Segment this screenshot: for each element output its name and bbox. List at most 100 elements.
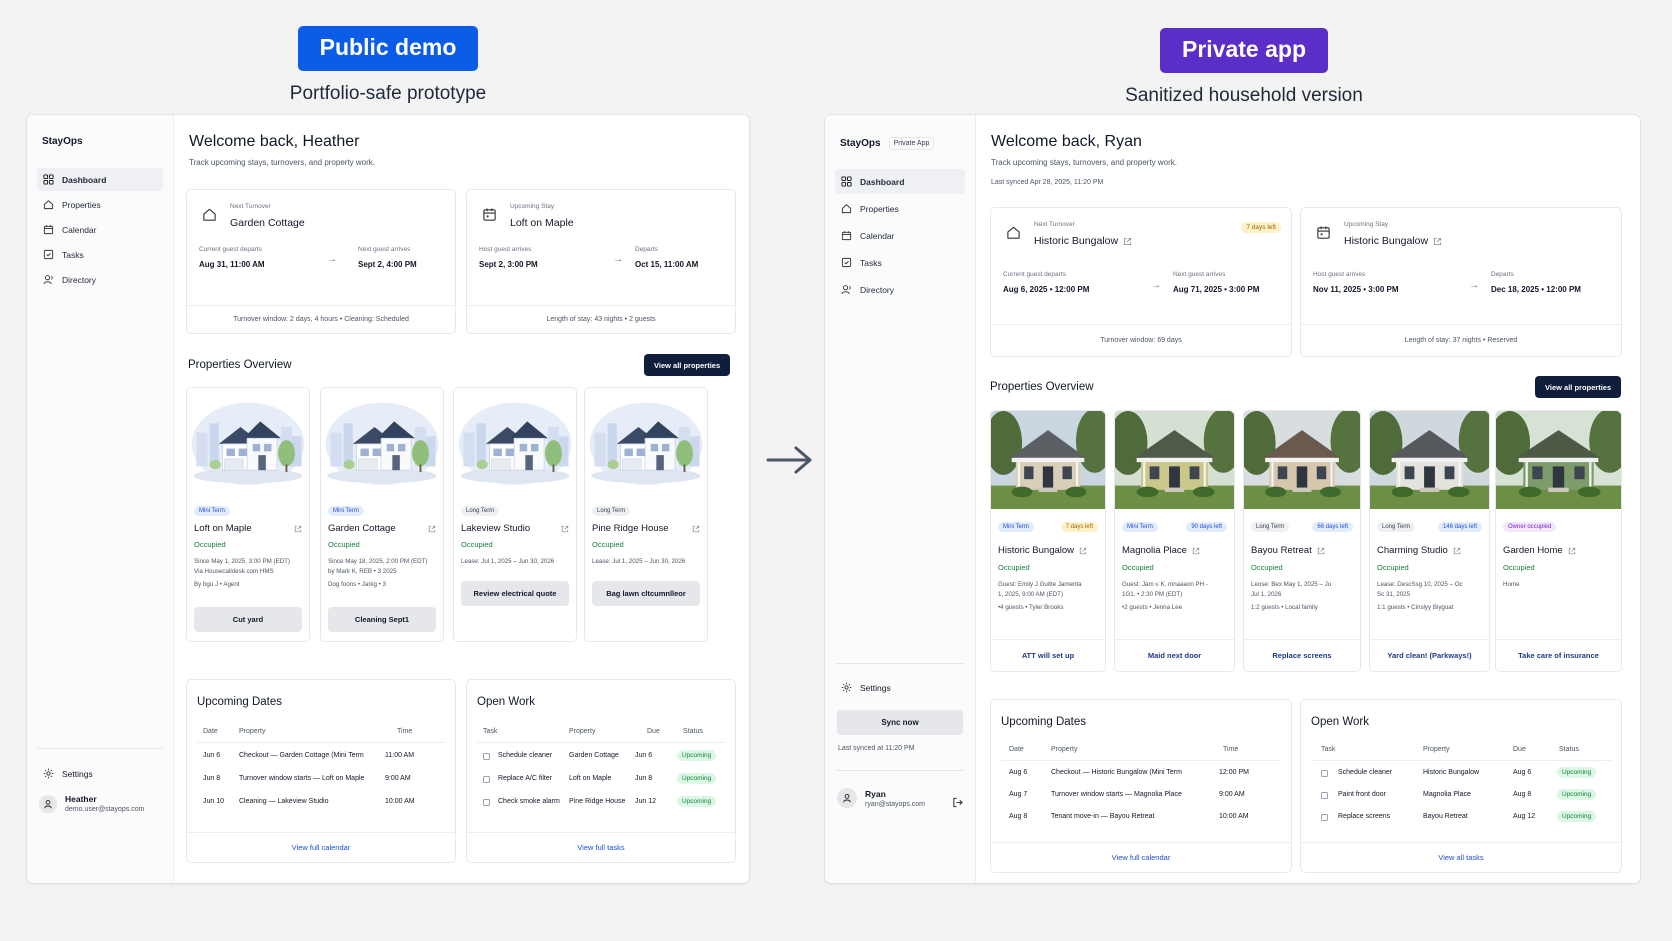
card-kicker: Upcoming Stay	[510, 203, 555, 210]
user-profile[interactable]: Heather demo.user@stayops.com	[39, 794, 144, 813]
task-checkbox[interactable]	[483, 753, 490, 760]
status-label: Occupied	[461, 540, 493, 549]
arrow-right-icon: →	[1469, 280, 1479, 291]
next-turnover-card[interactable]: Next Turnover Garden Cottage Current gue…	[186, 189, 456, 334]
divider	[1311, 760, 1611, 761]
view-all-tasks-link[interactable]: View all tasks	[1301, 842, 1621, 872]
property-details: Home	[1503, 580, 1614, 590]
upcoming-stay-card[interactable]: Upcoming Stay Loft on Maple Host guest a…	[466, 189, 736, 334]
logout-icon[interactable]	[952, 797, 963, 808]
sidebar-item-directory[interactable]: Directory	[835, 277, 965, 302]
sidebar-item-directory[interactable]: Directory	[37, 268, 163, 291]
upcoming-dates-title: Upcoming Dates	[1001, 716, 1087, 728]
detail-line: by Mark K, REB • 3 2025	[328, 567, 397, 575]
view-all-properties-button[interactable]: View all properties	[1535, 376, 1622, 398]
property-note-link[interactable]: ATT will set up	[991, 639, 1105, 671]
property-note-link[interactable]: Take care of insurance	[1496, 639, 1621, 671]
property-details: Lease: DescSsg 10, 2025 – Oc Sc 31, 2025 1…	[1377, 580, 1482, 613]
settings-link[interactable]: Settings	[43, 768, 93, 779]
brand-logo: StayOps Private App	[840, 137, 935, 150]
sidebar-item-tasks[interactable]: Tasks	[835, 250, 965, 275]
next-turnover-card[interactable]: Next Turnover Historic Bungalow 7 days l…	[990, 207, 1292, 357]
status-label: Occupied	[1377, 563, 1409, 572]
table-cell: Garden Cottage	[569, 752, 619, 759]
sidebar-item-tasks[interactable]: Tasks	[37, 243, 163, 266]
property-illustration	[321, 388, 443, 496]
sidebar-item-properties[interactable]: Properties	[37, 193, 163, 216]
task-checkbox[interactable]	[1321, 792, 1328, 799]
external-link-icon[interactable]	[1568, 547, 1576, 555]
property-name: Garden Home	[1503, 545, 1614, 556]
task-checkbox[interactable]	[483, 799, 490, 806]
status-label: Occupied	[1251, 563, 1283, 572]
property-details: Guest: Emily J.Guitte Jamenta 1, 2025, 9:…	[998, 580, 1098, 613]
external-link-icon[interactable]	[1453, 547, 1461, 555]
property-card[interactable]: Owner occupied Garden Home Occupied Home Tak…	[1495, 410, 1622, 672]
table-cell: Turnover window starts — Loft on Maple	[239, 775, 365, 782]
view-full-calendar-link[interactable]: View full calendar	[187, 832, 455, 862]
column-header: Status	[683, 728, 703, 735]
external-link-icon[interactable]	[1433, 237, 1442, 246]
arrives-label: Host guest arrives	[479, 246, 532, 253]
property-card[interactable]: Long Term Lakeview Studio Occupied Lease: J…	[453, 387, 577, 642]
sidebar-item-calendar[interactable]: Calendar	[835, 223, 965, 248]
property-card[interactable]: Long Term 146 days left Charming Studio Occ…	[1369, 410, 1490, 672]
arrives-value: Aug 71, 2025 • 3:00 PM	[1173, 285, 1260, 294]
column-header: Property	[569, 728, 596, 735]
sidebar-item-dashboard[interactable]: Dashboard	[37, 168, 163, 191]
sidebar-nav: Dashboard Properties Calendar Tasks Dire…	[37, 168, 163, 293]
external-link-icon[interactable]	[692, 525, 700, 533]
property-card[interactable]: Mini Term 90 days left Magnolia Place Occup…	[1114, 410, 1235, 672]
sync-now-button[interactable]: Sync now	[837, 710, 963, 735]
property-card[interactable]: Mini Term Garden Cottage Occupied Since May…	[320, 387, 444, 642]
external-link-icon[interactable]	[561, 525, 569, 533]
view-full-calendar-link[interactable]: View full calendar	[991, 842, 1291, 872]
detail-line: Guest: Emily J.Guitte Jamenta	[998, 581, 1082, 588]
divider	[477, 742, 725, 743]
status-badge: Upcoming	[1557, 789, 1597, 800]
column-header: Task	[483, 728, 498, 735]
view-all-properties-button[interactable]: View all properties	[644, 354, 731, 376]
task-checkbox[interactable]	[483, 776, 490, 783]
divider	[197, 742, 445, 743]
card-footer: Turnover window: 69 days	[991, 324, 1291, 356]
card-title: Historic Bungalow	[1344, 235, 1442, 247]
property-action-button[interactable]: Cleaning Sept1	[328, 607, 436, 632]
external-link-icon[interactable]	[1192, 547, 1200, 555]
status-badge: Upcoming	[1557, 811, 1597, 822]
external-link-icon[interactable]	[428, 525, 436, 533]
external-link-icon[interactable]	[1317, 547, 1325, 555]
view-full-tasks-link[interactable]: View full tasks	[467, 832, 735, 862]
property-card[interactable]: Mini Term Loft on Maple Occupied Since May …	[186, 387, 310, 642]
table-cell: Aug 8	[1513, 791, 1532, 798]
property-card[interactable]: Long Term Pine Ridge House Occupied Lease: …	[584, 387, 708, 642]
external-link-icon[interactable]	[294, 525, 302, 533]
sidebar-item-properties[interactable]: Properties	[835, 196, 965, 221]
user-profile[interactable]: Ryan ryan@stayops.com	[837, 788, 925, 808]
property-action-button[interactable]: Cut yard	[194, 607, 302, 632]
property-note-link[interactable]: Yard clean! (Parkways!)	[1370, 639, 1489, 671]
property-card[interactable]: Long Term 66 days left Bayou Retreat Occupi…	[1243, 410, 1361, 672]
sidebar-item-dashboard[interactable]: Dashboard	[835, 169, 965, 194]
property-action-button[interactable]: Bag lawn cltcumnlleor	[592, 581, 700, 606]
property-note-link[interactable]: Maid next door	[1115, 639, 1234, 671]
external-link-icon[interactable]	[1123, 237, 1132, 246]
property-details: Guest: Jam ≤ K. mnaaaon PH - 1G1, • 2:30 …	[1122, 580, 1227, 613]
days-left-badge: 66 days left	[1312, 522, 1353, 532]
status-badge: Upcoming	[1557, 767, 1597, 778]
upcoming-stay-card[interactable]: Upcoming Stay Historic Bungalow Host gue…	[1300, 207, 1622, 357]
detail-line: •4 guests • Tyler Brooks	[998, 604, 1064, 612]
column-header: Due	[647, 728, 660, 735]
property-action-button[interactable]: Review electrical quote	[461, 581, 569, 606]
external-link-icon[interactable]	[1079, 547, 1087, 555]
sidebar-item-calendar[interactable]: Calendar	[37, 218, 163, 241]
task-checkbox[interactable]	[1321, 770, 1328, 777]
task-checkbox[interactable]	[1321, 814, 1328, 821]
sidebar-divider	[835, 770, 965, 771]
table-cell: Aug 6	[1513, 769, 1532, 776]
property-card[interactable]: Mini Term 7 days left Historic Bungalow Occ…	[990, 410, 1106, 672]
settings-link[interactable]: Settings	[841, 682, 891, 693]
property-tags: Owner occupied	[1503, 522, 1614, 532]
property-note-link[interactable]: Replace screens	[1244, 639, 1360, 671]
table-cell: 9:00 AM	[385, 775, 411, 782]
